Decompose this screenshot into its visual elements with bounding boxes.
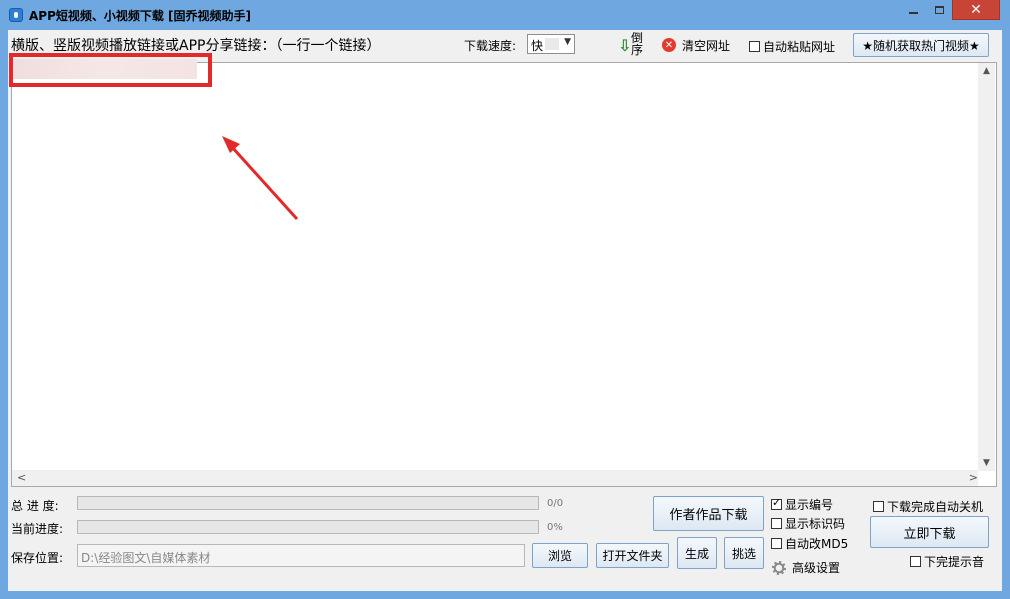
close-icon: ✕ [970, 1, 982, 18]
download-now-button[interactable]: 立即下载 [870, 516, 989, 548]
app-window: APP短视频、小视频下载 [固乔视频助手] ✕ 横版、竖版视频播放链接或APP分… [0, 0, 1010, 599]
window-title: APP短视频、小视频下载 [固乔视频助手] [29, 9, 252, 23]
speed-select[interactable]: 快 ▼ [527, 34, 575, 54]
save-location-label: 保存位置: [11, 551, 64, 565]
auto-paste-checkbox[interactable]: 自动粘贴网址 [749, 38, 835, 55]
random-hot-videos-button[interactable]: ★随机获取热门视频★ [853, 33, 989, 57]
maximize-icon [934, 6, 944, 14]
close-button[interactable]: ✕ [952, 0, 1000, 20]
minimize-icon [908, 12, 918, 14]
horizontal-scrollbar[interactable]: < > [12, 470, 978, 486]
open-folder-button[interactable]: 打开文件夹 [596, 543, 669, 568]
show-watermark-box[interactable] [771, 518, 782, 529]
minimize-button[interactable] [900, 0, 926, 20]
auto-paste-box[interactable] [749, 41, 760, 52]
reverse-order-label: 倒序 [631, 31, 644, 57]
auto-paste-label: 自动粘贴网址 [763, 40, 836, 54]
browse-button[interactable]: 浏览 [532, 543, 588, 568]
total-progress-text: 0/0 [547, 498, 564, 509]
down-arrow-icon: ⇩ [618, 36, 632, 55]
reverse-order-button[interactable]: ⇩ 倒序 [618, 32, 648, 58]
links-textarea[interactable] [11, 62, 997, 487]
auto-shutdown-label: 下载完成自动关机 [887, 500, 984, 514]
auto-shutdown-box[interactable] [873, 501, 884, 512]
auto-shutdown-checkbox[interactable]: 下载完成自动关机 [873, 498, 983, 515]
pick-button[interactable]: 挑选 [724, 537, 764, 569]
scroll-right-icon[interactable]: > [969, 471, 978, 484]
app-icon [9, 8, 23, 22]
auto-md5-checkbox[interactable]: 自动改MD5 [771, 535, 848, 552]
chevron-down-icon: ▼ [564, 37, 571, 47]
total-progress-label: 总 进 度: [11, 499, 59, 513]
show-watermark-label: 显示标识码 [785, 517, 846, 531]
title-bar[interactable]: APP短视频、小视频下载 [固乔视频助手] ✕ [0, 0, 1010, 30]
done-sound-box[interactable] [910, 556, 921, 567]
author-works-download-button[interactable]: 作者作品下载 [653, 496, 764, 531]
current-progress-label: 当前进度: [11, 522, 64, 536]
show-watermark-checkbox[interactable]: 显示标识码 [771, 515, 845, 532]
clear-urls-label: 清空网址 [682, 38, 731, 53]
scroll-down-icon[interactable]: ▼ [978, 458, 995, 468]
speed-label: 下载速度: [464, 39, 517, 53]
save-path-input[interactable]: D:\经验图文\自媒体素材 [77, 544, 525, 567]
generate-button[interactable]: 生成 [677, 537, 717, 569]
clear-urls-button[interactable]: ✕ 清空网址 [662, 36, 730, 54]
links-prompt-label: 横版、竖版视频播放链接或APP分享链接：（一行一个链接） [11, 38, 381, 54]
speed-select-value: 快 [531, 39, 544, 53]
advanced-settings-link[interactable]: 高级设置 [772, 559, 840, 576]
vertical-scrollbar[interactable]: ▲ ▼ [978, 63, 995, 471]
clear-icon: ✕ [662, 38, 676, 52]
gear-icon [772, 560, 786, 575]
show-number-checkbox[interactable]: 显示编号 [771, 496, 833, 513]
advanced-settings-label: 高级设置 [792, 561, 841, 575]
auto-md5-label: 自动改MD5 [785, 537, 849, 551]
show-number-label: 显示编号 [785, 498, 834, 512]
current-progress-text: 0% [547, 522, 563, 533]
main-panel: 横版、竖版视频播放链接或APP分享链接：（一行一个链接） 下载速度: 快 ▼ ⇩… [8, 30, 1002, 591]
maximize-button[interactable] [926, 0, 952, 20]
scroll-up-icon[interactable]: ▲ [978, 66, 995, 76]
done-sound-label: 下完提示音 [924, 555, 985, 569]
scroll-left-icon[interactable]: < [17, 471, 26, 484]
highlight-box [9, 53, 212, 87]
auto-md5-box[interactable] [771, 538, 782, 549]
done-sound-checkbox[interactable]: 下完提示音 [910, 553, 984, 570]
total-progress-bar [77, 496, 539, 510]
current-progress-bar [77, 520, 539, 534]
speed-select-blur [545, 38, 559, 50]
show-number-box[interactable] [771, 497, 782, 510]
